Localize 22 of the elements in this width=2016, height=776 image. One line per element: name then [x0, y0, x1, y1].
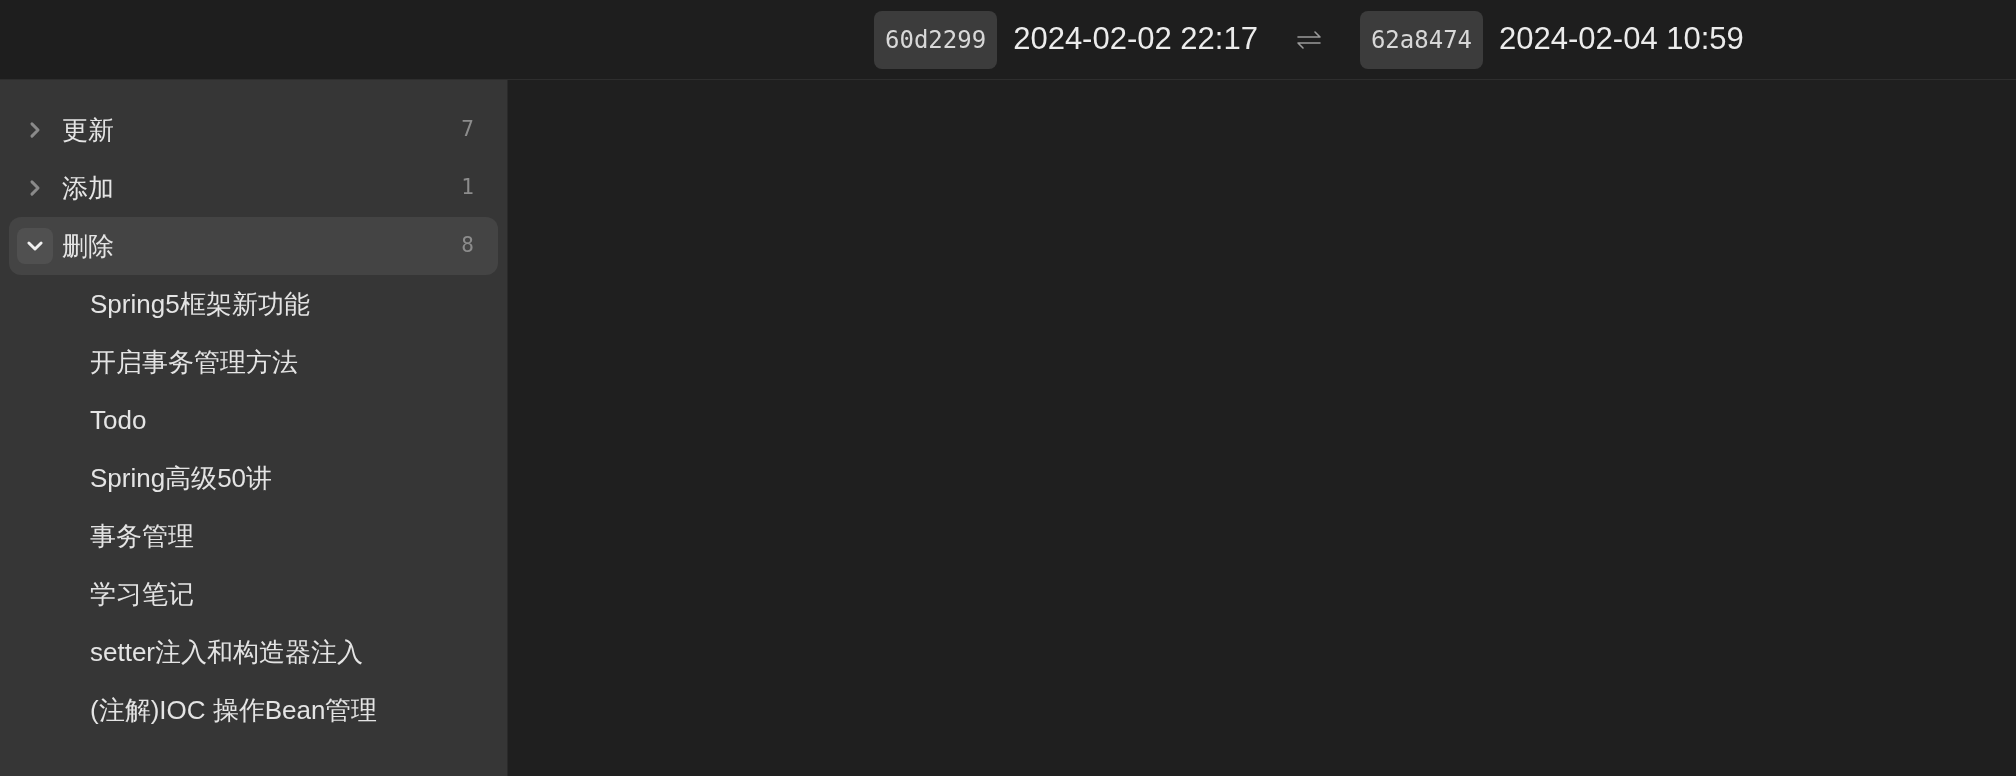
file-item[interactable]: 学习笔记	[9, 565, 498, 623]
commit-date: 2024-02-04 10:59	[1499, 20, 1744, 59]
file-item[interactable]: (注解)IOC 操作Bean管理	[9, 681, 498, 739]
file-item[interactable]: 开启事务管理方法	[9, 333, 498, 391]
group-row[interactable]: 删除 8	[9, 217, 498, 275]
file-item[interactable]: setter注入和构造器注入	[9, 623, 498, 681]
file-item[interactable]: Spring5框架新功能	[9, 275, 498, 333]
commit-hash-tag[interactable]: 62a8474	[1359, 10, 1484, 69]
group-label: 更新	[62, 113, 115, 147]
group-row[interactable]: 添加 1	[9, 159, 498, 217]
group-label: 删除	[62, 229, 115, 263]
chevron-down-icon[interactable]	[17, 228, 53, 264]
group-row[interactable]: 更新 7	[9, 101, 498, 159]
count-label: 1	[461, 174, 474, 202]
file-item[interactable]: Todo	[9, 391, 498, 449]
count-label: 8	[461, 232, 474, 260]
group-label: 添加	[62, 171, 115, 205]
file-item[interactable]: 事务管理	[9, 507, 498, 565]
commit-hash-tag[interactable]: 60d2299	[874, 10, 998, 69]
commit-date: 2024-02-02 22:17	[1013, 20, 1258, 59]
count-label: 7	[461, 116, 474, 144]
file-item[interactable]: Spring高级50讲	[9, 449, 498, 507]
